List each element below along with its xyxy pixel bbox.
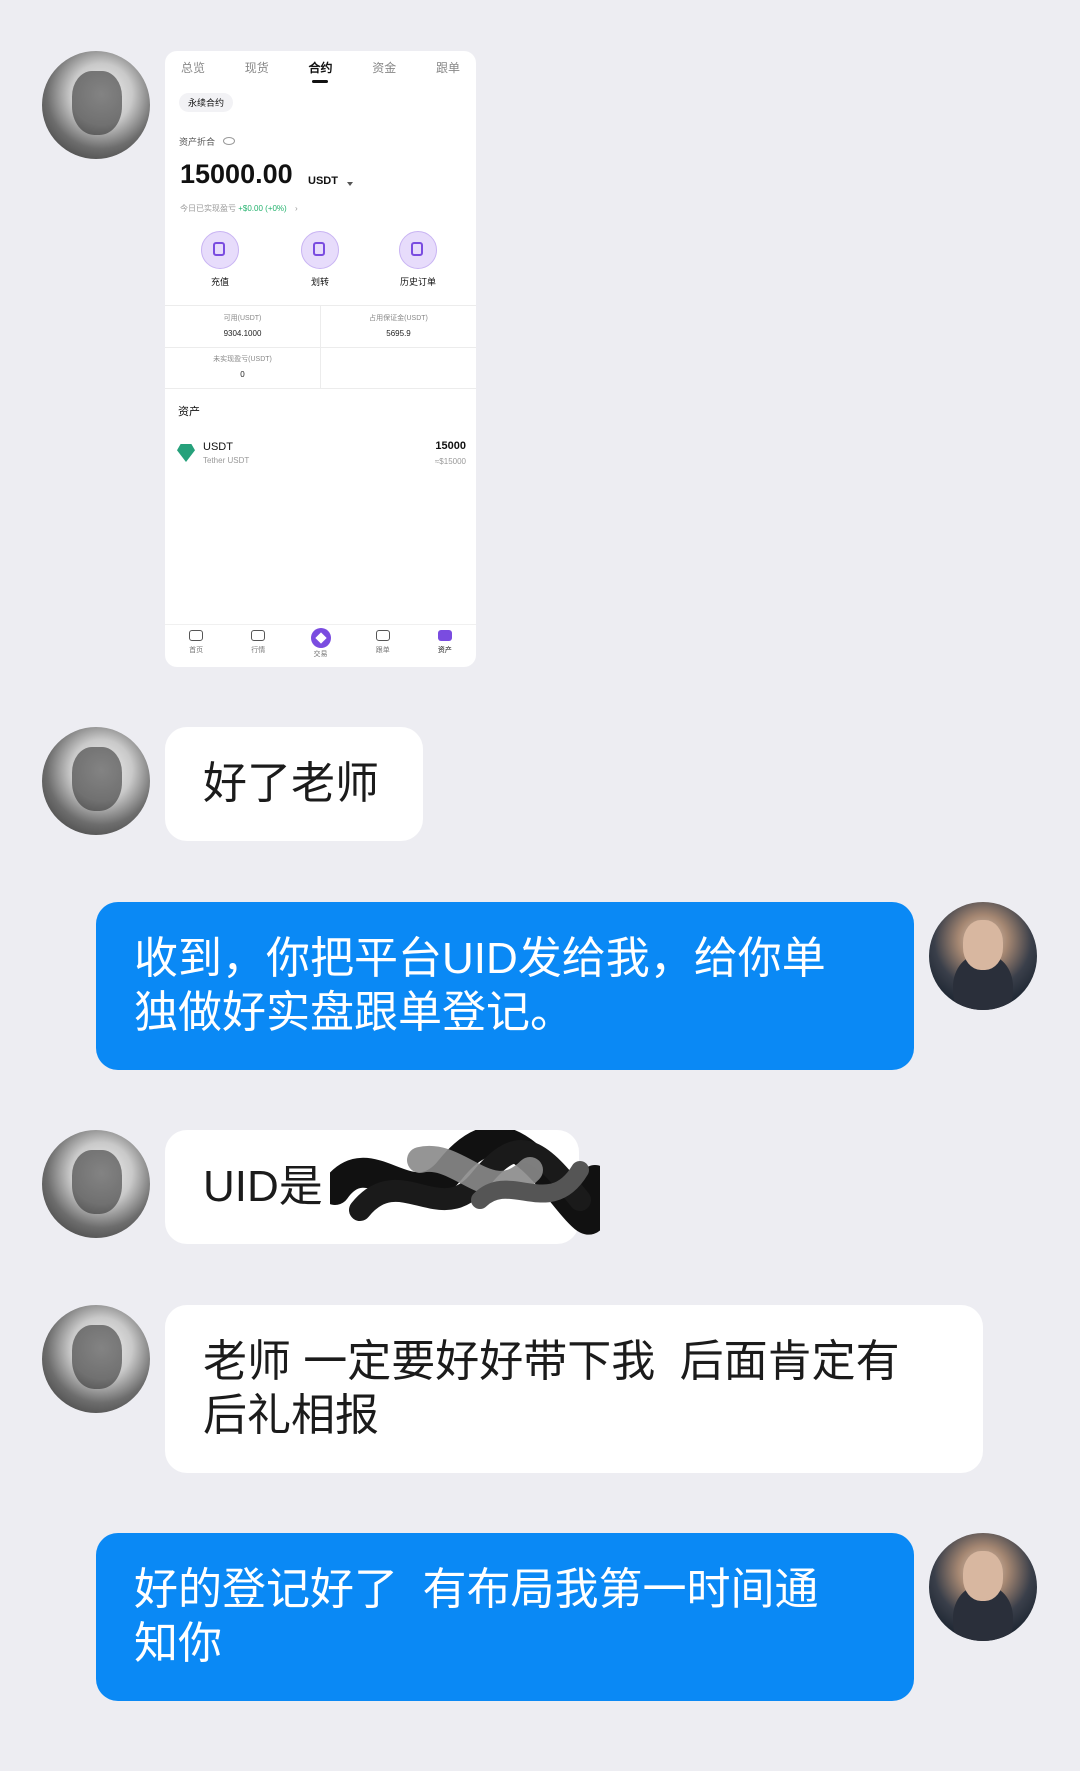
contact-avatar[interactable]	[42, 1130, 150, 1238]
asset-label: 资产折合	[179, 137, 216, 147]
coin-amount: 15000	[435, 440, 466, 452]
assets-section-title: 资产	[178, 406, 200, 418]
tab-copy-trading: 跟单	[435, 61, 460, 75]
stat-value: 0	[240, 370, 245, 379]
deposit-label: 充值	[210, 277, 229, 287]
stat-label: 未实现盈亏(USDT)	[213, 356, 272, 363]
message-bubble-incoming[interactable]: 老师 一定要好好带下我 后面肯定有 后礼相报	[165, 1305, 983, 1473]
chart-icon	[251, 630, 266, 641]
coin-full-name: Tether USDT	[203, 456, 250, 465]
contact-avatar[interactable]	[42, 1305, 150, 1413]
coin-usd-value: ≈$15000	[434, 457, 466, 466]
message-bubble-incoming[interactable]: 好了老师	[165, 727, 423, 841]
balance-amount: 15000.00	[180, 159, 293, 189]
redaction-scribble	[330, 1130, 600, 1235]
coin-name: USDT	[203, 441, 233, 453]
bottom-nav: 首页 行情 交易 跟单 资产	[165, 624, 476, 667]
home-icon	[189, 630, 204, 641]
transfer-action: 划转	[285, 231, 355, 288]
message-bubble-outgoing[interactable]: 好的登记好了 有布局我第一时间通 知你	[96, 1533, 914, 1701]
document-icon	[399, 231, 437, 269]
pnl-line: 今日已实现盈亏 +$0.00 (+0%) ›	[180, 203, 298, 214]
transfer-icon	[301, 231, 339, 269]
nav-assets: 资产	[414, 625, 476, 667]
unrealized-pnl-stat: 未实现盈亏(USDT) 0	[165, 354, 320, 379]
nav-home: 首页	[165, 625, 227, 667]
eye-icon	[223, 137, 235, 145]
tab-funds: 资金	[372, 61, 397, 75]
nav-label: 行情	[251, 647, 266, 654]
stat-value: 5695.9	[386, 329, 411, 338]
divider	[165, 388, 476, 389]
nav-label: 资产	[437, 647, 452, 654]
message-text: 老师 一定要好好带下我 后面肯定有 后礼相报	[203, 1337, 900, 1440]
download-icon	[201, 231, 239, 269]
shared-screenshot-image[interactable]: 总览 现货 合约 资金 跟单 永续合约 资产折合 15000.00 USDT 今…	[165, 51, 476, 667]
trade-icon	[310, 628, 331, 648]
balance-unit: USDT	[308, 175, 338, 187]
nav-trade: 交易	[289, 625, 351, 667]
wallet-icon	[437, 630, 452, 641]
stat-label: 可用(USDT)	[223, 315, 262, 322]
my-avatar[interactable]	[929, 902, 1037, 1010]
tether-icon	[177, 444, 195, 462]
message-text: 好的登记好了 有布局我第一时间通 知你	[134, 1565, 819, 1668]
perpetual-chip: 永续合约	[179, 93, 234, 112]
stat-label: 占用保证金(USDT)	[369, 315, 428, 322]
message-text: 好了老师	[203, 759, 379, 808]
margin-stat: 占用保证金(USDT) 5695.9	[321, 313, 476, 338]
copy-trade-icon	[375, 630, 390, 641]
deposit-action: 充值	[185, 231, 255, 288]
tab-spot: 现货	[244, 61, 269, 75]
history-orders-label: 历史订单	[399, 277, 436, 287]
my-avatar[interactable]	[929, 1533, 1037, 1641]
nav-label: 交易	[313, 651, 328, 658]
screenshot-tabs: 总览 现货 合约 资金 跟单	[181, 59, 460, 83]
stat-value: 9304.1000	[223, 329, 262, 338]
history-orders-action: 历史订单	[383, 231, 453, 288]
message-text: 收到，你把平台UID发给我，给你单 独做好实盘跟单登记。	[134, 934, 826, 1037]
tab-overview: 总览	[181, 61, 206, 75]
nav-copy: 跟单	[352, 625, 414, 667]
nav-market: 行情	[227, 625, 289, 667]
caret-down-icon	[347, 182, 353, 186]
nav-label: 跟单	[375, 647, 390, 654]
tab-contract: 合约	[308, 61, 333, 83]
chevron-right-icon: ›	[294, 204, 298, 213]
available-stat: 可用(USDT) 9304.1000	[165, 313, 320, 338]
message-bubble-outgoing[interactable]: 收到，你把平台UID发给我，给你单 独做好实盘跟单登记。	[96, 902, 914, 1070]
pnl-label: 今日已实现盈亏	[180, 204, 236, 213]
nav-label: 首页	[189, 647, 204, 654]
contact-avatar[interactable]	[42, 51, 150, 159]
pnl-value: +$0.00 (+0%)	[238, 204, 287, 213]
transfer-label: 划转	[310, 277, 329, 287]
contact-avatar[interactable]	[42, 727, 150, 835]
